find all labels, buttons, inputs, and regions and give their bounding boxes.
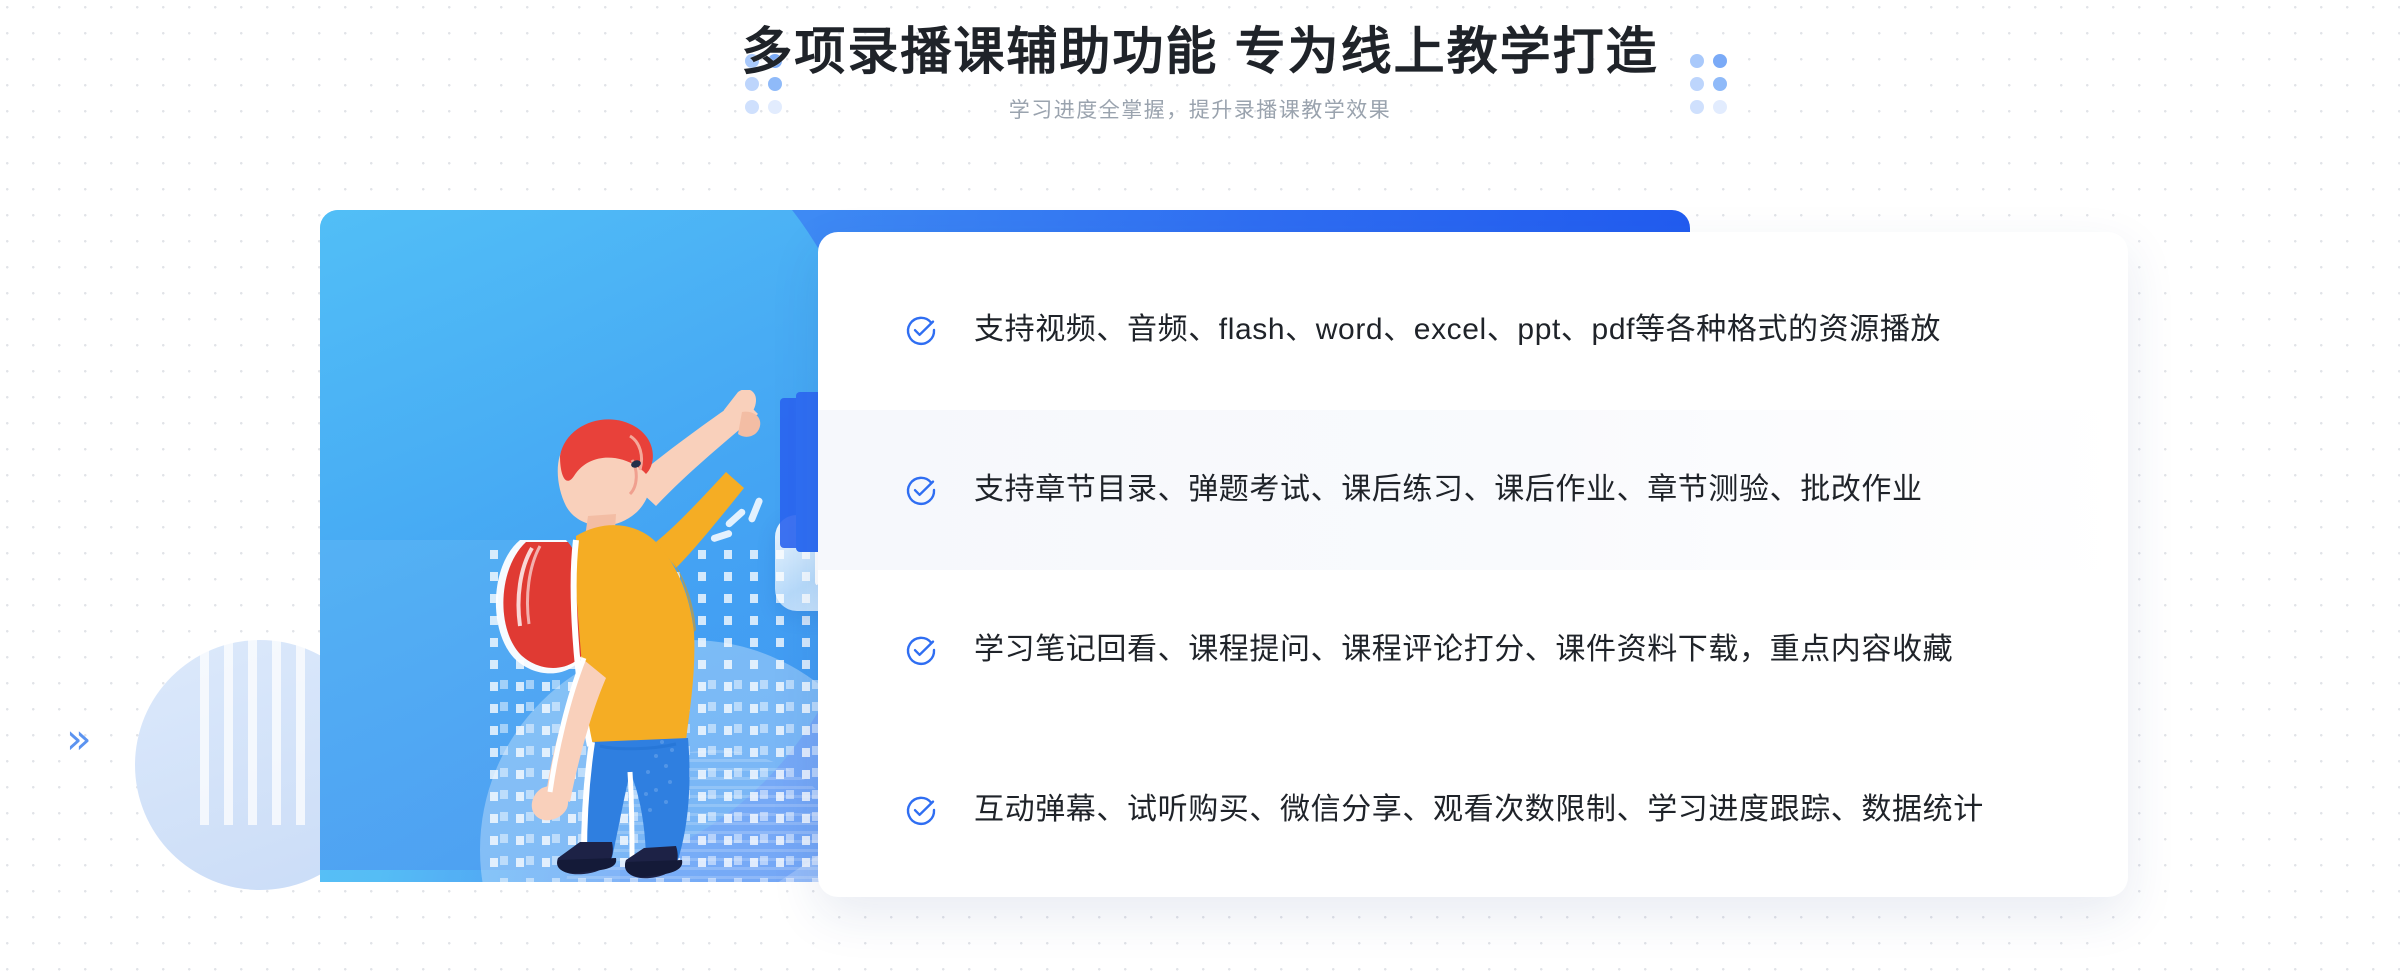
feature-row-2[interactable]: 支持章节目录、弹题考试、课后练习、课后作业、章节测验、批改作业 <box>818 410 2128 570</box>
check-circle-icon <box>904 313 938 347</box>
page-header: 多项录播课辅助功能 专为线上教学打造 学习进度全掌握，提升录播课教学效果 <box>0 0 2400 190</box>
feature-row-label: 支持章节目录、弹题考试、课后练习、课后作业、章节测验、批改作业 <box>974 473 1923 506</box>
page-subtitle: 学习进度全掌握，提升录播课教学效果 <box>1008 99 1392 123</box>
feature-row-3[interactable]: 学习笔记回看、课程提问、课程评论打分、课件资料下载，重点内容收藏 <box>818 570 2128 730</box>
woman-pointing-up-illustration <box>495 390 761 879</box>
feature-row-4[interactable]: 互动弹幕、试听购买、微信分享、观看次数限制、学习进度跟踪、数据统计 <box>818 730 2128 890</box>
feature-list-card: 支持视频、音频、flash、word、excel、ppt、pdf等各种格式的资源… <box>818 232 2128 897</box>
feature-row-label: 支持视频、音频、flash、word、excel、ppt、pdf等各种格式的资源… <box>974 313 1942 346</box>
page-title: 多项录播课辅助功能 专为线上教学打造 <box>741 23 1659 80</box>
check-circle-icon <box>904 473 938 507</box>
check-circle-icon <box>904 633 938 667</box>
feature-rows: 支持视频、音频、flash、word、excel、ppt、pdf等各种格式的资源… <box>818 232 2128 897</box>
check-circle-icon <box>904 793 938 827</box>
feature-row-label: 学习笔记回看、课程提问、课程评论打分、课件资料下载，重点内容收藏 <box>974 633 1954 666</box>
feature-row-1[interactable]: 支持视频、音频、flash、word、excel、ppt、pdf等各种格式的资源… <box>818 250 2128 410</box>
page-stage: 多项录播课辅助功能 专为线上教学打造 学习进度全掌握，提升录播课教学效果 » « <box>0 0 2400 974</box>
feature-row-label: 互动弹幕、试听购买、微信分享、观看次数限制、学习进度跟踪、数据统计 <box>974 793 1984 826</box>
chevron-right-double-icon: » <box>66 714 92 763</box>
